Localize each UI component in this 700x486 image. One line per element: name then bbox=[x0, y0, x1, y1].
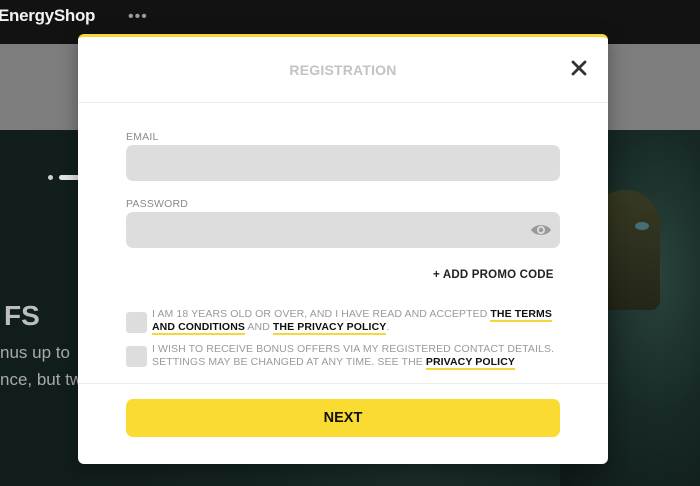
hero-text-line: nce, but tw bbox=[0, 370, 83, 389]
consent-text: I AM 18 YEARS OLD OR OVER, AND I HAVE RE… bbox=[152, 308, 491, 320]
add-promo-code-link[interactable]: + ADD PROMO CODE bbox=[433, 269, 554, 281]
bonus-offers-consent-text: I WISH TO RECEIVE BONUS OFFERS VIA MY RE… bbox=[152, 343, 562, 370]
age-terms-consent-text: I AM 18 YEARS OLD OR OVER, AND I HAVE RE… bbox=[152, 308, 562, 335]
slider-dot[interactable] bbox=[48, 175, 53, 180]
password-label: PASSWORD bbox=[126, 198, 189, 210]
email-label: EMAIL bbox=[126, 131, 159, 143]
password-field[interactable] bbox=[126, 212, 560, 248]
consent-text: AND bbox=[244, 320, 273, 333]
more-menu-icon[interactable]: ••• bbox=[128, 8, 148, 26]
hero-title: FS bbox=[4, 300, 40, 331]
site-logo[interactable]: EnergyShop bbox=[0, 6, 95, 26]
eye-icon[interactable] bbox=[530, 222, 552, 238]
modal-divider bbox=[78, 383, 608, 384]
hero-text-line: nus up to bbox=[0, 343, 70, 362]
consent-text: . bbox=[386, 320, 390, 333]
close-icon[interactable] bbox=[568, 57, 590, 79]
privacy-policy-link[interactable]: THE PRIVACY POLICY bbox=[272, 320, 387, 335]
registration-modal: REGISTRATION EMAIL PASSWORD + ADD PROMO … bbox=[78, 34, 608, 464]
modal-title: REGISTRATION bbox=[289, 62, 397, 78]
bonus-offers-checkbox[interactable] bbox=[126, 346, 147, 367]
age-terms-checkbox[interactable] bbox=[126, 312, 147, 333]
email-field[interactable] bbox=[126, 145, 560, 181]
modal-header: REGISTRATION bbox=[78, 37, 608, 103]
next-button[interactable]: NEXT bbox=[126, 399, 560, 437]
privacy-policy-link[interactable]: PRIVACY POLICY bbox=[425, 355, 515, 370]
